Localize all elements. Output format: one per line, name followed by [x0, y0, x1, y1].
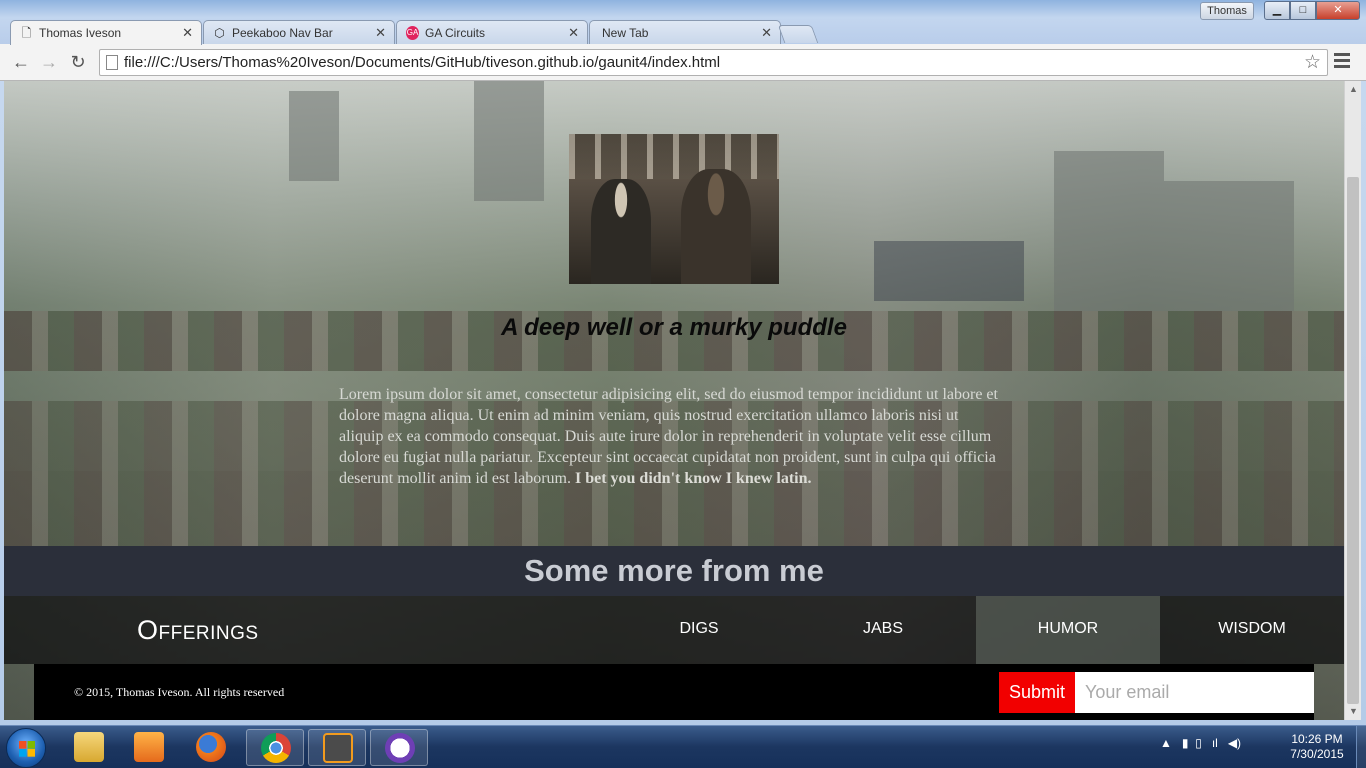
nav-link-digs[interactable]: DIGS [607, 596, 791, 664]
copyright-text: © 2015, Thomas Iveson. All rights reserv… [74, 685, 285, 699]
hero-photo [569, 134, 779, 284]
tab-peekaboo-nav-bar[interactable]: ⬡ Peekaboo Nav Bar ✕ [203, 20, 395, 45]
firefox-icon [196, 732, 226, 762]
github-icon [385, 733, 415, 763]
address-bar[interactable]: file:///C:/Users/Thomas%20Iveson/Documen… [99, 49, 1328, 76]
taskbar-explorer[interactable] [60, 729, 118, 766]
page-viewport: A deep well or a murky puddle Lorem ipsu… [4, 81, 1344, 720]
minimize-button[interactable]: ▁ [1264, 1, 1290, 20]
forward-arrow-icon[interactable]: → [37, 51, 61, 73]
codepen-icon: ⬡ [214, 26, 225, 40]
scroll-up-arrow-icon[interactable]: ▲ [1345, 81, 1362, 98]
more-section-header: Some more from me [4, 546, 1344, 596]
page-icon: 🗋 [21, 26, 32, 40]
folder-icon [74, 732, 104, 762]
close-window-button[interactable]: ✕ [1316, 1, 1360, 20]
signal-icon[interactable]: ıl [1212, 736, 1218, 750]
volume-icon[interactable]: ◀) [1228, 736, 1241, 750]
ga-icon: GA [406, 26, 419, 40]
footer: © 2015, Thomas Iveson. All rights reserv… [34, 664, 1314, 720]
network-icon[interactable]: ▮ [1182, 736, 1189, 750]
maximize-button[interactable]: □ [1290, 1, 1316, 20]
back-arrow-icon[interactable]: ← [9, 51, 33, 73]
title-bar: Thomas ▁ □ ✕ 🗋 Thomas Iveson ✕ ⬡ Peekabo… [0, 0, 1366, 45]
clock-date: 7/30/2015 [1290, 747, 1344, 761]
offerings-nav: Offerings DIGS JABS HUMOR WISDOM [4, 596, 1344, 664]
hero-paragraph: Lorem ipsum dolor sit amet, consectetur … [339, 384, 1004, 489]
url-text: file:///C:/Users/Thomas%20Iveson/Documen… [124, 54, 721, 71]
tab-label: Peekaboo Nav Bar [232, 26, 333, 40]
bookmark-star-icon[interactable]: ☆ [1304, 51, 1321, 74]
media-player-icon [134, 732, 164, 762]
taskbar-media-player[interactable] [120, 729, 178, 766]
hero-body-bold: I bet you didn't know I knew latin. [574, 470, 812, 487]
new-tab-button[interactable] [777, 25, 819, 43]
taskbar: ▲ ▮ ▯ ıl ◀) 10:26 PM 7/30/2015 [0, 725, 1366, 768]
start-button[interactable] [6, 728, 46, 768]
taskbar-github[interactable] [370, 729, 428, 766]
tray-expand-icon[interactable]: ▲ [1160, 736, 1172, 750]
nav-link-humor[interactable]: HUMOR [976, 596, 1160, 664]
vertical-scrollbar[interactable]: ▲ ▼ [1344, 81, 1361, 720]
system-tray[interactable]: ▲ ▮ ▯ ıl ◀) [1160, 736, 1241, 750]
close-tab-icon[interactable]: ✕ [761, 25, 772, 41]
nav-link-jabs[interactable]: JABS [791, 596, 975, 664]
nav-link-wisdom[interactable]: WISDOM [1160, 596, 1344, 664]
clock[interactable]: 10:26 PM 7/30/2015 [1282, 732, 1352, 762]
tab-ga-circuits[interactable]: GA GA Circuits ✕ [396, 20, 588, 45]
page-icon [106, 55, 118, 70]
browser-window: Thomas ▁ □ ✕ 🗋 Thomas Iveson ✕ ⬡ Peekabo… [0, 0, 1366, 725]
email-field[interactable] [1075, 672, 1314, 713]
windows-logo-icon [19, 741, 35, 757]
submit-button[interactable]: Submit [999, 672, 1075, 713]
battery-icon[interactable]: ▯ [1195, 736, 1202, 750]
tab-label: Thomas Iveson [39, 26, 122, 40]
scroll-down-arrow-icon[interactable]: ▼ [1345, 703, 1362, 720]
scrollbar-thumb[interactable] [1347, 177, 1359, 704]
menu-icon[interactable] [1334, 53, 1350, 71]
chrome-icon [261, 733, 291, 763]
reload-icon[interactable]: ↻ [66, 51, 90, 73]
profile-badge[interactable]: Thomas [1200, 2, 1254, 20]
tab-new-tab[interactable]: New Tab ✕ [589, 20, 781, 45]
taskbar-sublime[interactable] [308, 729, 366, 766]
tab-thomas-iveson[interactable]: 🗋 Thomas Iveson ✕ [10, 20, 202, 45]
hero-title: A deep well or a murky puddle [501, 314, 847, 341]
clock-time: 10:26 PM [1291, 732, 1343, 746]
sublime-text-icon [323, 733, 353, 763]
browser-toolbar: ← → ↻ file:///C:/Users/Thomas%20Iveson/D… [0, 44, 1366, 81]
show-desktop-button[interactable] [1356, 726, 1366, 768]
close-tab-icon[interactable]: ✕ [568, 25, 579, 41]
more-title: Some more from me [524, 553, 824, 588]
taskbar-firefox[interactable] [182, 729, 240, 766]
close-tab-icon[interactable]: ✕ [182, 25, 193, 41]
taskbar-chrome[interactable] [246, 729, 304, 766]
offerings-title: Offerings [137, 615, 259, 645]
close-tab-icon[interactable]: ✕ [375, 25, 386, 41]
tab-label: GA Circuits [425, 26, 486, 40]
tab-label: New Tab [602, 26, 649, 40]
